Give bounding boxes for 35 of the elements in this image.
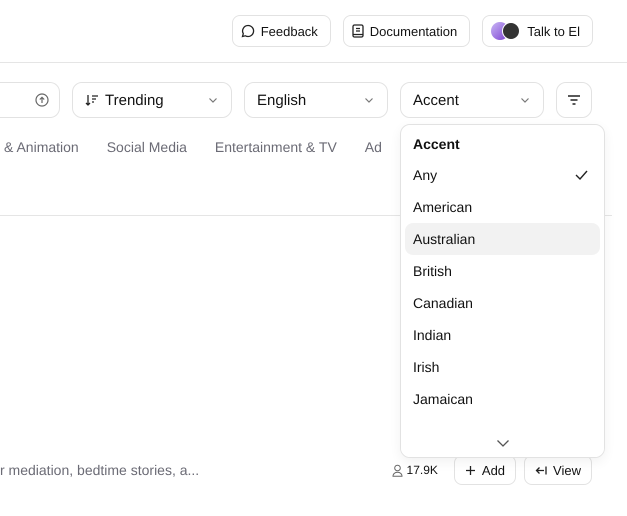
menu-option[interactable]: Canadian — [405, 287, 600, 319]
chevron-down-icon — [496, 438, 510, 448]
menu-option[interactable]: British — [405, 255, 600, 287]
search-field[interactable] — [0, 82, 60, 118]
menu-option[interactable]: Irish — [405, 351, 600, 383]
menu-option[interactable]: Jamaican — [405, 383, 600, 415]
sort-icon — [85, 93, 99, 107]
category-tab[interactable]: Ad — [364, 139, 382, 155]
upload-icon — [35, 93, 49, 107]
sort-dropdown[interactable]: Trending — [72, 82, 232, 118]
view-button[interactable]: View — [524, 455, 592, 485]
category-tab[interactable]: & Animation — [4, 139, 79, 155]
header-button[interactable]: Feedback — [232, 15, 331, 47]
filter-button[interactable] — [556, 82, 592, 118]
chat-bubble-icon — [240, 24, 255, 38]
menu-option[interactable]: Indian — [405, 319, 600, 351]
accent-dropdown[interactable]: Accent — [400, 82, 544, 118]
filter-icon — [567, 94, 581, 106]
header-button[interactable]: Documentation — [342, 15, 470, 47]
plus-icon — [464, 464, 476, 476]
menu-option[interactable]: American — [405, 191, 600, 223]
language-dropdown[interactable]: English — [244, 82, 388, 118]
category-tab[interactable]: Social Media — [106, 139, 187, 155]
user-count: 17.9K — [406, 463, 438, 477]
header-button[interactable]: Talk to El — [482, 15, 593, 47]
category-tab[interactable]: Entertainment & TV — [214, 139, 337, 155]
menu-title: Accent — [412, 135, 461, 154]
menu-option[interactable]: Any — [405, 159, 600, 191]
add-button[interactable]: Add — [454, 455, 516, 485]
user-icon — [392, 464, 403, 476]
book-icon — [352, 24, 364, 38]
voice-description: r mediation, bedtime stories, a... — [0, 462, 200, 478]
menu-option[interactable]: Australian — [405, 223, 600, 255]
avatar-icon — [491, 22, 522, 40]
arrow-left-icon — [535, 464, 548, 476]
